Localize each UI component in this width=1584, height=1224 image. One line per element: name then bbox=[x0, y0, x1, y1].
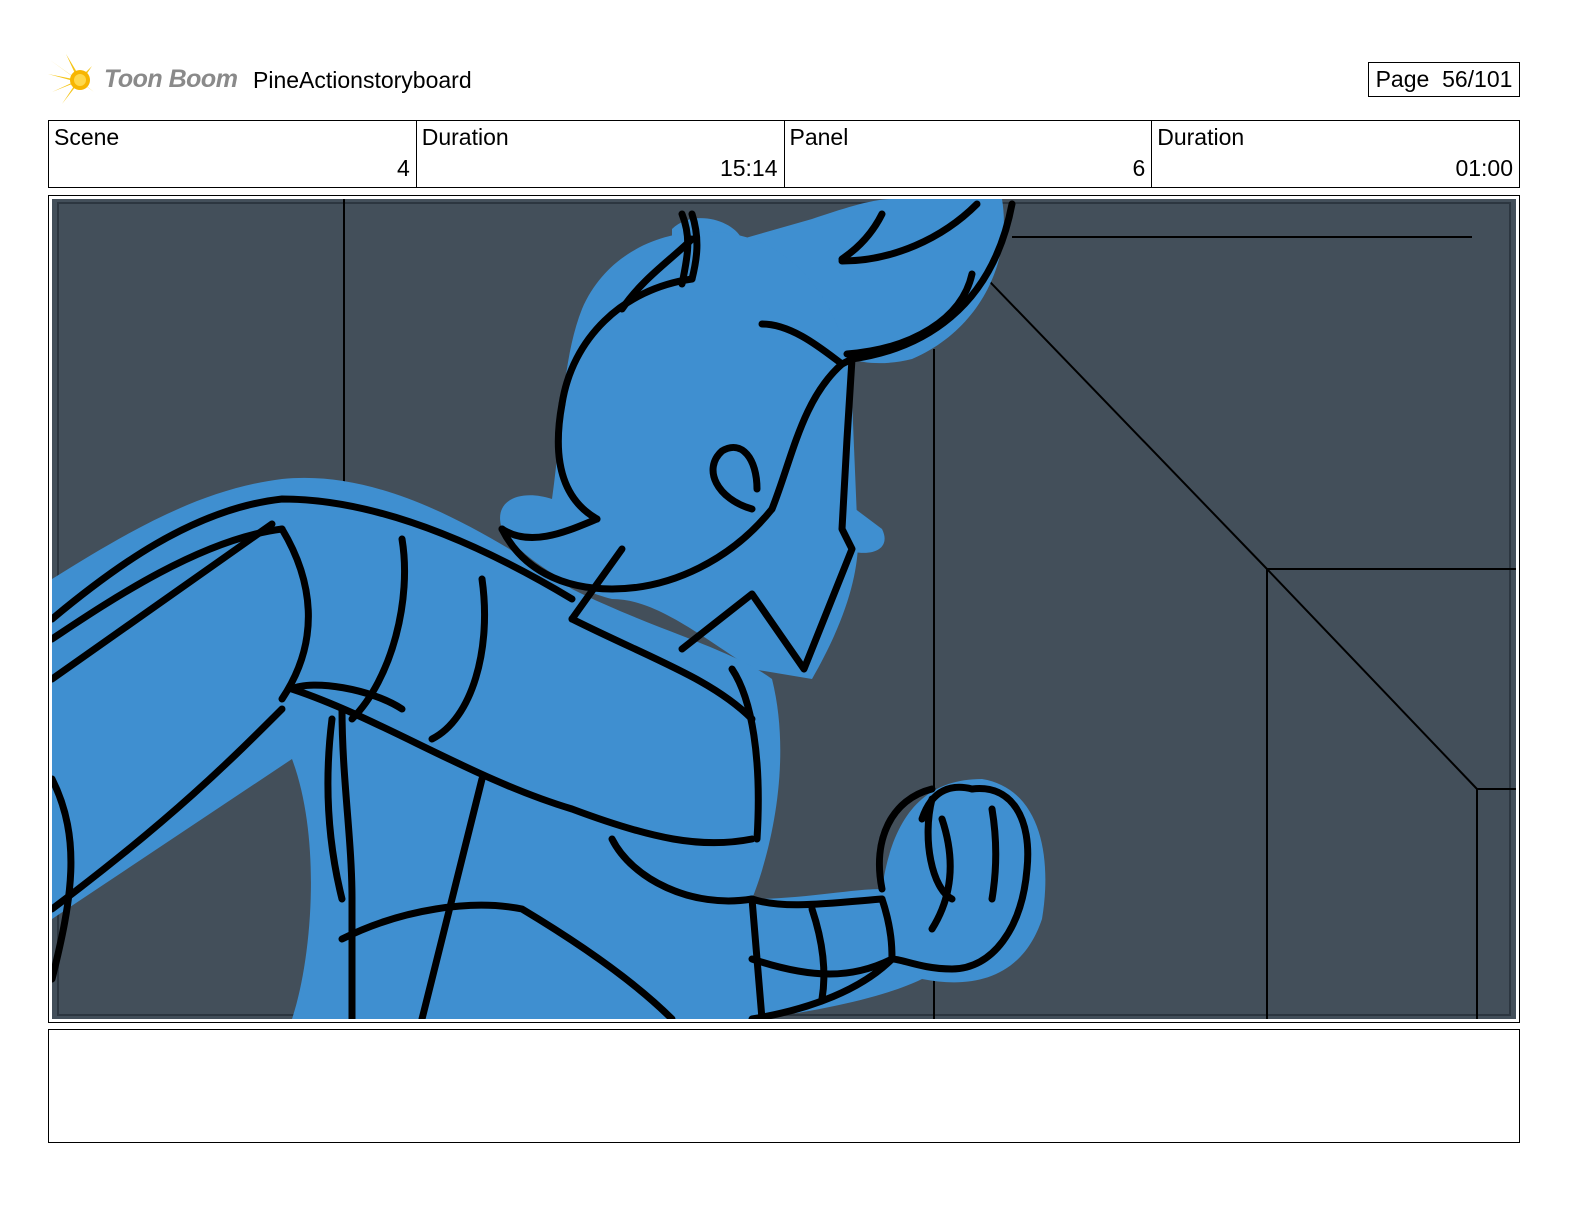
scene-label: Scene bbox=[54, 124, 120, 150]
panel-drawing bbox=[52, 199, 1516, 1019]
panel-info-table: Scene 4 Duration 15:14 Panel 6 Duration … bbox=[48, 120, 1520, 188]
panel-duration-value: 01:00 bbox=[1455, 155, 1513, 181]
scene-duration-cell: Duration 15:14 bbox=[417, 121, 785, 187]
project-title: PineActionstoryboard bbox=[253, 67, 472, 93]
scene-cell: Scene 4 bbox=[49, 121, 417, 187]
scene-duration-value: 15:14 bbox=[719, 155, 778, 181]
logo-text: Toon Boom bbox=[104, 65, 238, 93]
page-header: Toon Boom PineActionstoryboard Page 56/1… bbox=[48, 52, 1520, 108]
page-number: 56/101 bbox=[1442, 66, 1513, 92]
panel-label: Panel bbox=[789, 124, 849, 150]
notes-box bbox=[48, 1029, 1520, 1143]
page-label: Page bbox=[1375, 66, 1430, 92]
scene-duration-label: Duration bbox=[421, 124, 509, 150]
scene-value: 4 bbox=[396, 155, 410, 181]
toon-boom-logo: Toon Boom bbox=[48, 52, 248, 108]
panel-duration-cell: Duration 01:00 bbox=[1152, 121, 1519, 187]
panel-cell: Panel 6 bbox=[785, 121, 1153, 187]
panel-value: 6 bbox=[1132, 155, 1146, 181]
storyboard-panel bbox=[48, 195, 1520, 1023]
starburst-icon bbox=[48, 54, 94, 104]
panel-duration-label: Duration bbox=[1157, 124, 1245, 150]
page-indicator: Page 56/101 bbox=[1368, 62, 1520, 97]
